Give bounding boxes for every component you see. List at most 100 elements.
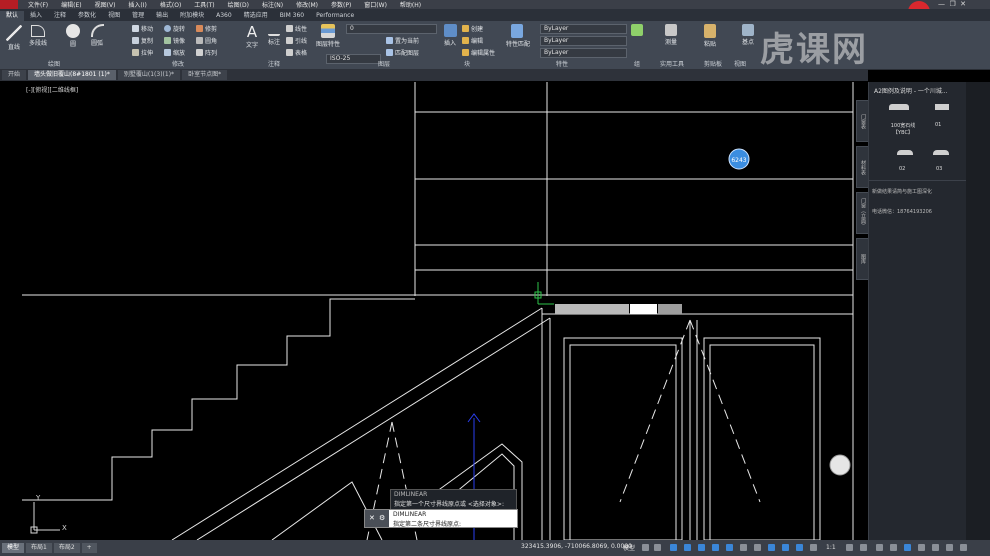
menu-file[interactable]: 文件(F) (28, 0, 48, 9)
linetype-dropdown[interactable]: ByLayer (540, 36, 627, 46)
tab-a360[interactable]: A360 (210, 11, 238, 21)
palette-item-1[interactable]: 100宽石线【YBC】 (883, 122, 923, 136)
scale-tool[interactable]: 缩放 (164, 48, 185, 57)
trim-tool[interactable]: 修剪 (196, 24, 217, 33)
model-space-button[interactable]: 模型 (623, 543, 635, 552)
circle-button[interactable]: 圆 (62, 24, 84, 48)
layer-properties-button[interactable]: 图层特性 (316, 24, 340, 48)
arc-button[interactable]: 圆弧 (86, 24, 108, 47)
menu-tools[interactable]: 工具(T) (194, 0, 214, 9)
tab-addins[interactable]: 附加模块 (174, 11, 210, 21)
isolate-objects-icon[interactable] (918, 544, 925, 551)
selection-cycling-icon[interactable] (768, 544, 775, 551)
fillet-tool[interactable]: 圆角 (196, 36, 217, 45)
doc-tab-start[interactable]: 开始 (2, 70, 27, 80)
menu-view[interactable]: 视图(V) (95, 0, 116, 9)
isodraft-icon[interactable] (698, 544, 705, 551)
create-block-tool[interactable]: 创建 (462, 24, 483, 33)
make-current-tool[interactable]: 置为当前 (386, 36, 419, 45)
workspace-gear-icon[interactable] (846, 544, 853, 551)
menu-window[interactable]: 窗口(W) (364, 0, 387, 9)
lineweight-icon[interactable] (740, 544, 747, 551)
snap-icon[interactable] (654, 544, 661, 551)
array-tool[interactable]: 阵列 (196, 48, 217, 57)
tab-featured[interactable]: 精选应用 (238, 11, 274, 21)
polyline-button[interactable]: 多段线 (26, 25, 50, 47)
vertical-scrollbar[interactable] (966, 82, 990, 540)
menu-dimension[interactable]: 标注(N) (262, 0, 283, 9)
3d-osnap-icon[interactable] (782, 544, 789, 551)
tab-insert[interactable]: 插入 (24, 11, 48, 21)
line-button[interactable]: 直线 (4, 25, 24, 51)
grid-icon[interactable] (642, 544, 649, 551)
tab-performance[interactable]: Performance (310, 11, 360, 21)
leader-tool[interactable]: 引线 (286, 36, 307, 45)
menu-format[interactable]: 格式(O) (160, 0, 181, 9)
doc-tab-2[interactable]: 别墅覆山(1(3)(1)* (117, 70, 181, 80)
tab-bim360[interactable]: BIM 360 (274, 11, 310, 21)
menu-draw[interactable]: 绘图(D) (228, 0, 249, 9)
menu-modify[interactable]: 修改(M) (296, 0, 318, 9)
match-layer-tool[interactable]: 匹配图层 (386, 48, 419, 57)
stretch-tool[interactable]: 拉伸 (132, 48, 153, 57)
lineweight-dropdown[interactable]: ByLayer (540, 48, 627, 58)
annotation-visibility-icon[interactable] (810, 544, 817, 551)
layer-dropdown[interactable]: 0 (346, 24, 437, 34)
match-properties-button[interactable]: 特性匹配 (506, 24, 530, 48)
tab-output[interactable]: 输出 (150, 11, 174, 21)
tab-parametric[interactable]: 参数化 (72, 11, 102, 21)
customization-icon[interactable] (960, 544, 967, 551)
edit-attribute-tool[interactable]: 编辑属性 (462, 48, 495, 57)
ortho-icon[interactable] (670, 544, 677, 551)
group-button[interactable] (628, 24, 646, 37)
viewport-label[interactable]: [-][俯视][二维线框] (26, 85, 78, 94)
units-icon[interactable] (876, 544, 883, 551)
tab-default[interactable]: 默认 (0, 11, 25, 21)
insert-block-button[interactable]: 插入 (440, 24, 460, 47)
osnap-icon[interactable] (712, 544, 719, 551)
dim-style-dropdown[interactable]: ISO-25 (326, 54, 381, 64)
menu-parametric[interactable]: 参数(P) (331, 0, 351, 9)
paste-button[interactable]: 粘贴 (700, 24, 720, 48)
doc-tab-1[interactable]: 墙头做旧覆山(8#1801 (1)* (28, 70, 116, 80)
drawing-canvas[interactable]: Y X 6243 (22, 82, 868, 540)
tab-manage[interactable]: 管理 (126, 11, 150, 21)
lock-ui-icon[interactable] (904, 544, 911, 551)
wrench-icon[interactable]: ⚙ (379, 514, 385, 522)
otrack-icon[interactable] (726, 544, 733, 551)
clean-screen-icon[interactable] (946, 544, 953, 551)
app-logo[interactable] (0, 0, 18, 9)
menu-help[interactable]: 帮助(H) (400, 0, 421, 9)
color-dropdown[interactable]: ByLayer (540, 24, 627, 34)
linear-tool[interactable]: 线性 (286, 24, 307, 33)
edit-block-tool[interactable]: 编辑 (462, 36, 483, 45)
table-tool[interactable]: 表格 (286, 48, 307, 57)
palette-item-2[interactable]: 01 (935, 122, 941, 128)
palette-item-3[interactable]: 02 (899, 166, 905, 172)
transparency-icon[interactable] (754, 544, 761, 551)
hardware-acceleration-icon[interactable] (932, 544, 939, 551)
tab-annotate[interactable]: 注释 (48, 11, 72, 21)
assistant-bubble-icon[interactable] (829, 454, 851, 476)
rotate-tool[interactable]: 旋转 (164, 24, 185, 33)
doc-tab-3[interactable]: 卧室节点图* (182, 70, 228, 80)
quick-properties-icon[interactable] (890, 544, 897, 551)
layout-tab-1[interactable]: 布局1 (26, 543, 52, 553)
mirror-tool[interactable]: 镜像 (164, 36, 185, 45)
dynamic-ucs-icon[interactable] (796, 544, 803, 551)
menu-insert[interactable]: 插入(I) (128, 0, 146, 9)
move-tool[interactable]: 移动 (132, 24, 153, 33)
palette-item-4[interactable]: 03 (936, 166, 942, 172)
command-line[interactable]: ✕ ⚙ DIMLINEAR 指定第二条尺寸界线原点: (364, 509, 518, 528)
text-button[interactable]: A 文字 (242, 24, 262, 49)
tab-view[interactable]: 视图 (102, 11, 126, 21)
window-controls[interactable]: — ❐ ✕ (938, 0, 966, 8)
annotation-scale[interactable]: 1:1 (826, 544, 836, 551)
menu-edit[interactable]: 编辑(E) (61, 0, 81, 9)
layout-tab-2[interactable]: 布局2 (53, 543, 80, 553)
copy-tool[interactable]: 复制 (132, 36, 153, 45)
command-line-buttons[interactable]: ✕ ⚙ (365, 510, 389, 527)
dimension-button[interactable]: 标注 (264, 24, 284, 46)
polar-icon[interactable] (684, 544, 691, 551)
annotation-monitor-icon[interactable] (860, 544, 867, 551)
